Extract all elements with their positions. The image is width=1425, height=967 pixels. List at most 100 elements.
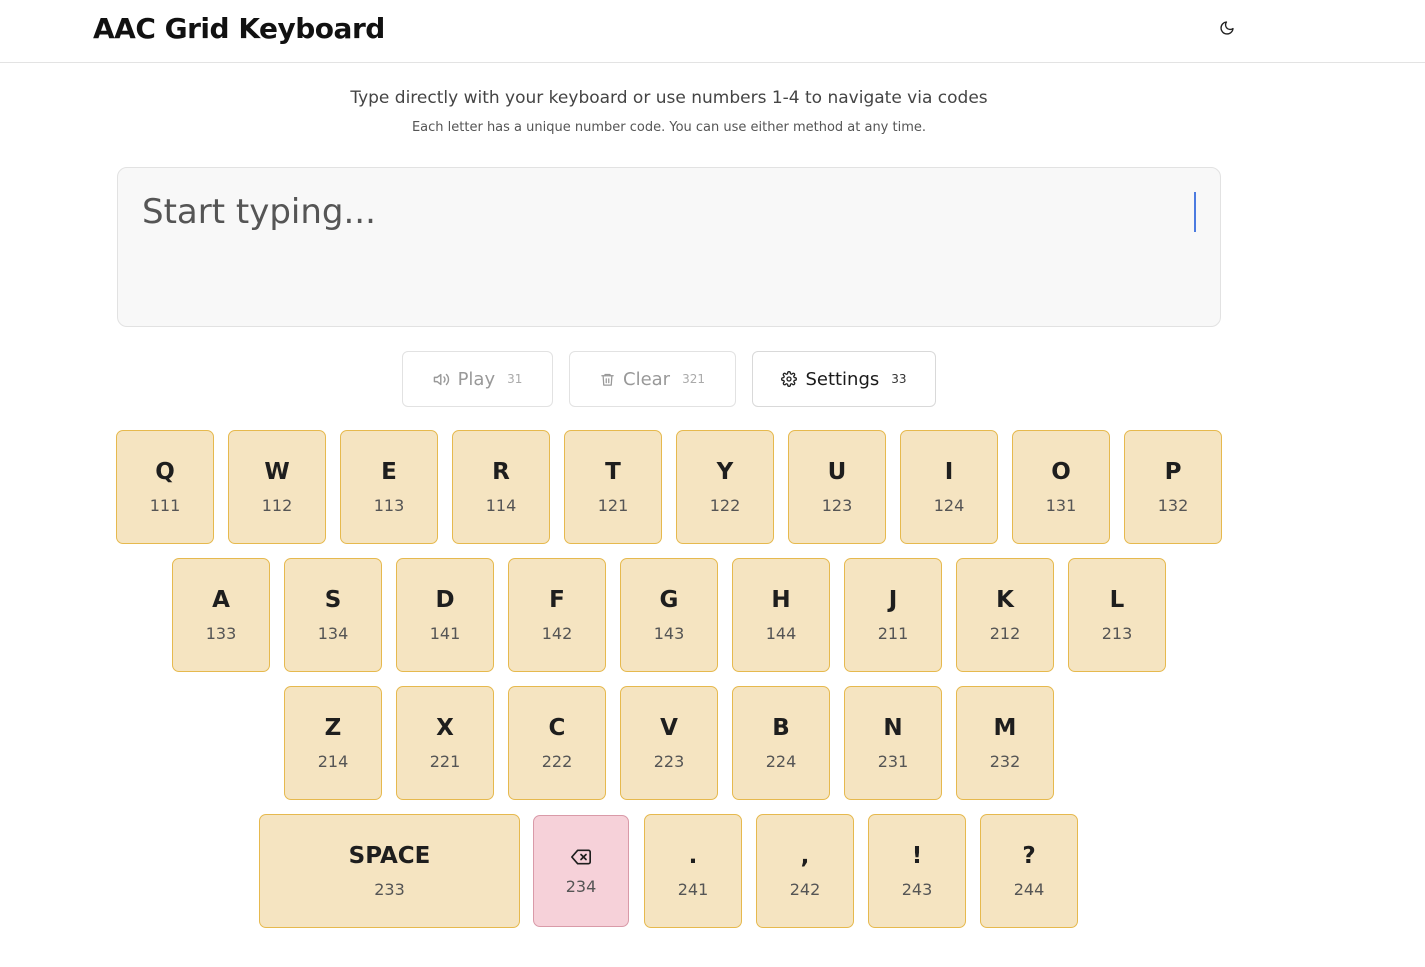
key-code: 131: [1045, 495, 1077, 515]
key-exclamation[interactable]: ! 243: [868, 814, 966, 928]
key-m[interactable]: M 232: [956, 686, 1054, 800]
key-j[interactable]: J 211: [844, 558, 942, 672]
key-f[interactable]: F 142: [508, 558, 606, 672]
key-y[interactable]: Y 122: [676, 430, 774, 544]
key-code: 123: [821, 495, 853, 515]
key-code: 244: [1013, 879, 1045, 899]
key-code: 223: [653, 751, 685, 771]
settings-button[interactable]: Settings 33: [752, 351, 936, 407]
key-label: Q: [155, 458, 175, 485]
key-label: O: [1051, 458, 1071, 485]
key-code: 142: [541, 623, 573, 643]
key-label: ,: [800, 842, 810, 869]
key-code: 224: [765, 751, 797, 771]
key-label: H: [771, 586, 791, 613]
key-label: N: [883, 714, 903, 741]
key-c[interactable]: C 222: [508, 686, 606, 800]
key-label: Y: [716, 458, 734, 485]
app-header: AAC Grid Keyboard: [0, 0, 1425, 63]
key-p[interactable]: P 132: [1124, 430, 1222, 544]
text-area-placeholder: Start typing...: [142, 192, 376, 232]
key-label: W: [264, 458, 290, 485]
key-backspace[interactable]: 234: [533, 815, 629, 927]
key-e[interactable]: E 113: [340, 430, 438, 544]
key-code: 222: [541, 751, 573, 771]
key-period[interactable]: . 241: [644, 814, 742, 928]
key-label: S: [324, 586, 342, 613]
key-v[interactable]: V 223: [620, 686, 718, 800]
instructions: Type directly with your keyboard or use …: [0, 88, 1338, 135]
key-code: 213: [1101, 623, 1133, 643]
key-r[interactable]: R 114: [452, 430, 550, 544]
key-label: L: [1109, 586, 1125, 613]
key-code: 221: [429, 751, 461, 771]
play-code: 31: [507, 372, 523, 386]
key-label: I: [944, 458, 954, 485]
key-label: P: [1164, 458, 1182, 485]
key-label: K: [996, 586, 1014, 613]
key-w[interactable]: W 112: [228, 430, 326, 544]
key-question[interactable]: ? 244: [980, 814, 1078, 928]
key-n[interactable]: N 231: [844, 686, 942, 800]
key-label: E: [381, 458, 397, 485]
clear-label: Clear: [623, 368, 671, 390]
settings-label: Settings: [805, 368, 880, 390]
key-g[interactable]: G 143: [620, 558, 718, 672]
key-code: 232: [989, 751, 1021, 771]
key-h[interactable]: H 144: [732, 558, 830, 672]
key-o[interactable]: O 131: [1012, 430, 1110, 544]
key-code: 214: [317, 751, 349, 771]
key-code: 212: [989, 623, 1021, 643]
key-u[interactable]: U 123: [788, 430, 886, 544]
message-text-area[interactable]: Start typing...: [117, 167, 1221, 327]
key-label: D: [435, 586, 455, 613]
moon-icon: [1220, 21, 1234, 35]
instructions-main: Type directly with your keyboard or use …: [350, 88, 988, 108]
key-label: R: [492, 458, 510, 485]
key-code: 231: [877, 751, 909, 771]
settings-code: 33: [891, 372, 907, 386]
key-l[interactable]: L 213: [1068, 558, 1166, 672]
key-code: 134: [317, 623, 349, 643]
gear-icon: [781, 371, 798, 387]
key-label: B: [772, 714, 790, 741]
key-code: 113: [373, 495, 405, 515]
clear-button[interactable]: Clear 321: [569, 351, 736, 407]
key-k[interactable]: K 212: [956, 558, 1054, 672]
key-label: A: [212, 586, 230, 613]
key-code: 241: [677, 879, 709, 899]
app-title: AAC Grid Keyboard: [93, 12, 385, 45]
key-label: X: [436, 714, 454, 741]
key-label: .: [688, 842, 698, 869]
instructions-sub: Each letter has a unique number code. Yo…: [411, 120, 927, 135]
key-code: 122: [709, 495, 741, 515]
theme-toggle-button[interactable]: [1214, 15, 1240, 41]
key-i[interactable]: I 124: [900, 430, 998, 544]
key-code: 132: [1157, 495, 1189, 515]
key-b[interactable]: B 224: [732, 686, 830, 800]
backspace-icon: [571, 849, 591, 865]
control-bar: Play 31 Clear 321 Settings 33: [0, 351, 1425, 407]
clear-code: 321: [682, 372, 705, 386]
play-button[interactable]: Play 31: [402, 351, 553, 407]
key-label: C: [548, 714, 566, 741]
key-label: J: [888, 586, 898, 613]
key-s[interactable]: S 134: [284, 558, 382, 672]
key-z[interactable]: Z 214: [284, 686, 382, 800]
key-label: M: [993, 714, 1017, 741]
key-d[interactable]: D 141: [396, 558, 494, 672]
key-code: 243: [901, 879, 933, 899]
trash-icon: [601, 373, 614, 386]
key-x[interactable]: X 221: [396, 686, 494, 800]
key-code: 234: [565, 877, 597, 896]
key-q[interactable]: Q 111: [116, 430, 214, 544]
key-label: !: [911, 842, 923, 869]
key-comma[interactable]: , 242: [756, 814, 854, 928]
key-label: U: [827, 458, 847, 485]
key-a[interactable]: A 133: [172, 558, 270, 672]
key-space[interactable]: SPACE 233: [259, 814, 520, 928]
key-code: 143: [653, 623, 685, 643]
key-t[interactable]: T 121: [564, 430, 662, 544]
key-label: V: [660, 714, 678, 741]
key-code: 144: [765, 623, 797, 643]
